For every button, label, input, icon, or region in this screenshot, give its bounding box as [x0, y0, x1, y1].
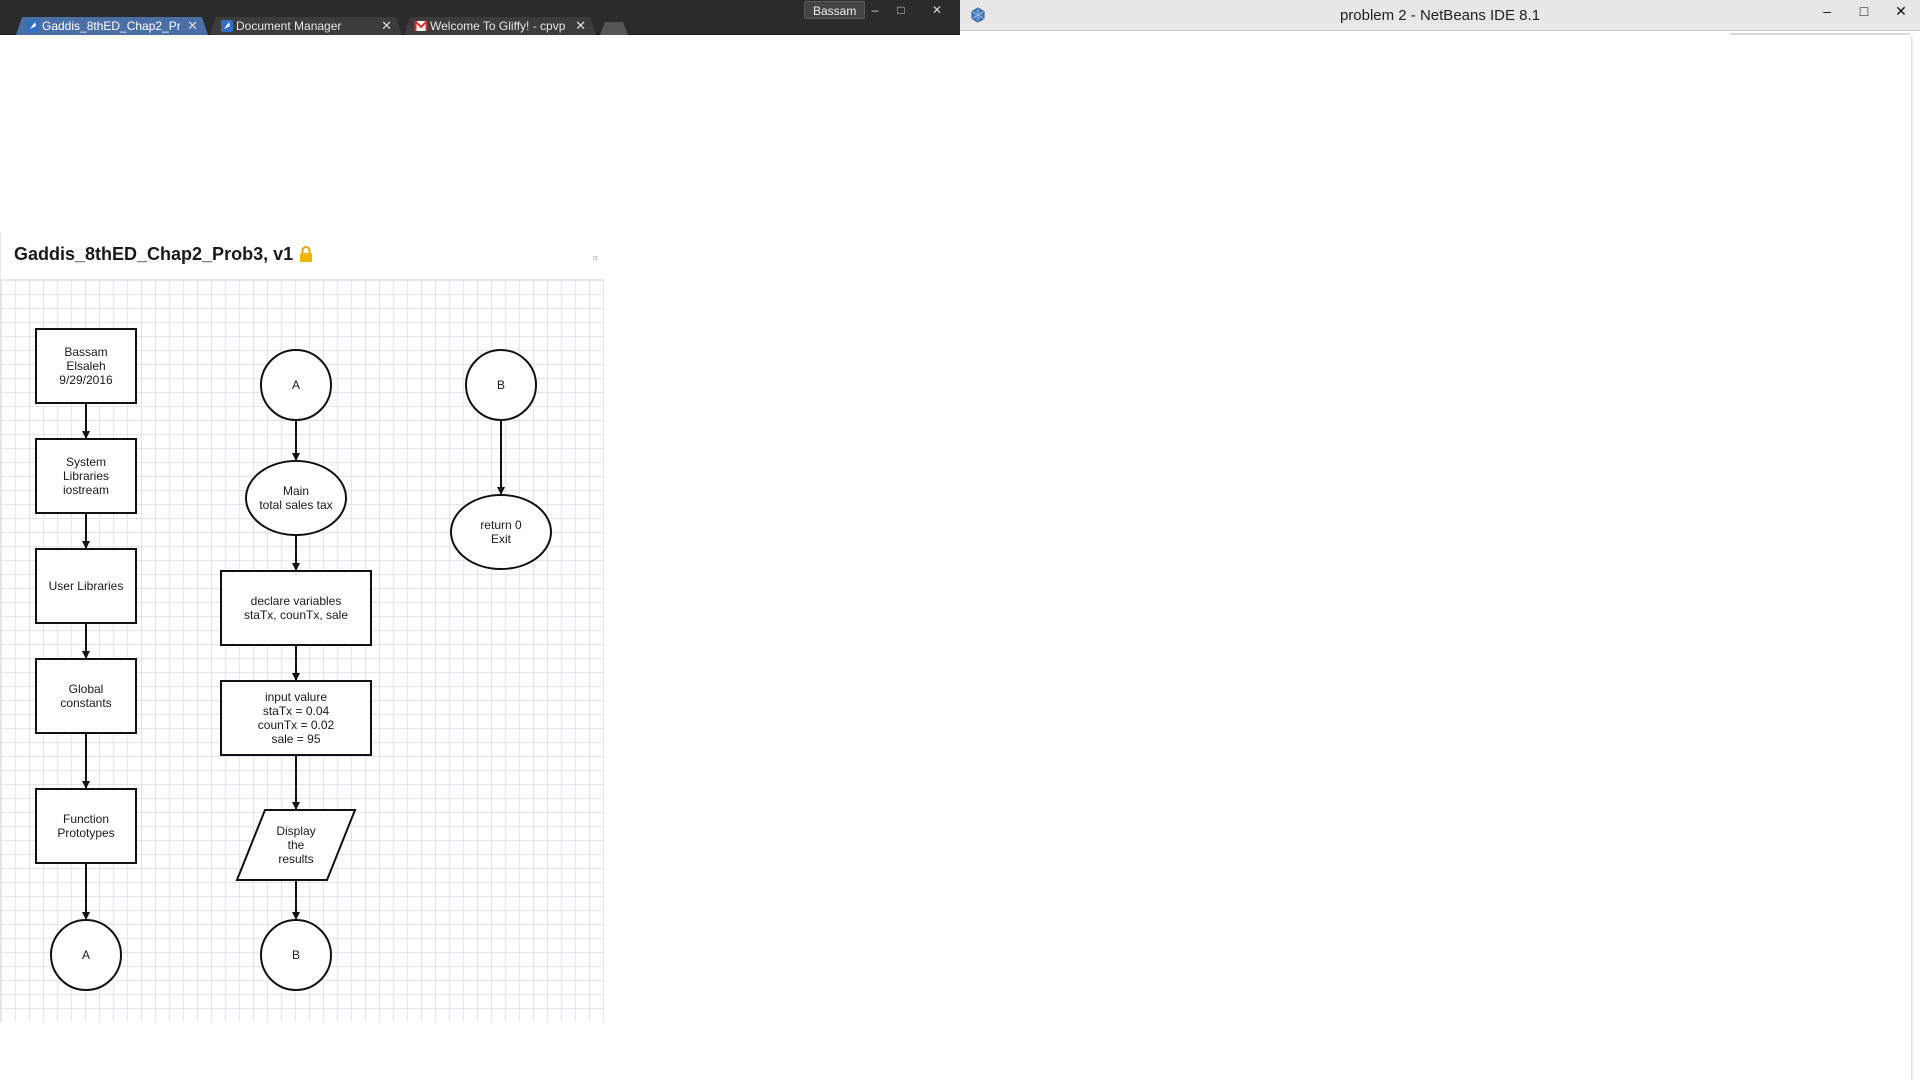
flowchart-node-ellipse[interactable]: return 0Exit [450, 494, 552, 570]
flowchart-node-label: iostream [63, 483, 109, 497]
gliffy-icon [26, 19, 40, 33]
maximize-button[interactable]: □ [888, 1, 914, 19]
flowchart-node-rect[interactable]: FunctionPrototypes [35, 788, 137, 864]
diagram-panel: Gaddis_8thED_Chap2_Prob3, v1 ▫ Bassam Els… [0, 232, 604, 1022]
window-title: problem 2 - NetBeans IDE 8.1 [1339, 7, 1541, 24]
flowchart-node-label: User Libraries [49, 579, 124, 593]
flowchart-node-label: A [292, 378, 300, 392]
expand-icon[interactable]: ▫ [593, 250, 603, 265]
flowchart-node-rect[interactable]: SystemLibrariesiostream [35, 438, 137, 514]
flowchart-node-label: total sales tax [259, 498, 332, 512]
new-tab-button[interactable] [600, 22, 628, 35]
flowchart-node-label: Main [283, 484, 309, 498]
desktop-screen: Gaddis_8thED_Chap2_Prob ✕ Document Manag… [0, 0, 1920, 1080]
netbeans-title-bar: problem 2 - NetBeans IDE 8.1 – □ ✕ [960, 0, 1920, 31]
gmail-icon [414, 19, 428, 33]
flowchart: BassamElsaleh9/29/2016 SystemLibrariesios… [35, 328, 552, 991]
flowchart-node-label: the [288, 838, 305, 852]
flowchart-node-label: B [497, 378, 505, 392]
flowchart-node-parallelogram[interactable]: Displaytheresults [235, 809, 357, 881]
flowchart-node-connector[interactable]: A [50, 919, 122, 991]
flowchart-node-rect[interactable]: BassamElsaleh9/29/2016 [35, 328, 137, 404]
browser-tab-gaddis[interactable]: Gaddis_8thED_Chap2_Prob ✕ [16, 17, 208, 35]
diagram-title: Gaddis_8thED_Chap2_Prob3, v1 [14, 244, 294, 264]
flowchart-node-label: sale = 95 [271, 732, 320, 746]
tab-label: Gaddis_8thED_Chap2_Prob [42, 19, 180, 33]
flowchart-node-rect[interactable]: declare variablesstaTx, counTx, sale [220, 570, 372, 646]
maximize-button[interactable]: □ [1849, 0, 1879, 22]
lock-icon [300, 246, 312, 262]
flowchart-node-rect[interactable]: Globalconstants [35, 658, 137, 734]
browser-tab-document-manager[interactable]: Document Manager ✕ [210, 17, 402, 35]
flowchart-node-label: declare variables [251, 594, 342, 608]
diagram-canvas[interactable]: Bassam Elsaleh 9/29/2016 System Libraries ios… [1, 280, 604, 1022]
flowchart-node-ellipse[interactable]: Maintotal sales tax [245, 460, 347, 536]
flowchart-node-label: staTx, counTx, sale [244, 608, 348, 622]
flowchart-node-label: return 0 [480, 518, 522, 532]
flowchart-node-label: Elsaleh [66, 359, 105, 373]
diagram-header: Gaddis_8thED_Chap2_Prob3, v1 ▫ [1, 232, 604, 280]
close-icon[interactable]: ✕ [381, 17, 392, 35]
tab-label: Welcome To Gliffy! - cpvp [430, 19, 566, 33]
flowchart-node-label: Bassam [64, 345, 107, 359]
flowchart-node-connector[interactable]: B [465, 349, 537, 421]
minimize-button[interactable]: – [862, 1, 888, 19]
netbeans-toolbar-edge [1730, 33, 1910, 35]
flowchart-node-label: constants [60, 696, 111, 710]
profile-button[interactable]: Bassam [804, 1, 866, 19]
flowchart-node-label: Exit [491, 532, 512, 546]
flowchart-node-label: staTx = 0.04 [263, 704, 330, 718]
flowchart-node-label: Display [276, 824, 315, 838]
gliffy-icon [220, 19, 234, 33]
flowchart-node-label: counTx = 0.02 [258, 718, 335, 732]
browser-tab-gmail[interactable]: Welcome To Gliffy! - cpvp ✕ [404, 17, 596, 35]
flowchart-node-connector[interactable]: A [260, 349, 332, 421]
minimize-button[interactable]: – [1812, 0, 1842, 22]
browser-tab-strip: Gaddis_8thED_Chap2_Prob ✕ Document Manag… [0, 0, 960, 35]
flowchart-node-label: B [292, 948, 300, 962]
flowchart-node-label: Function [63, 812, 109, 826]
close-icon[interactable]: ✕ [187, 17, 198, 35]
flowchart-node-rect[interactable]: input valurestaTx = 0.04counTx = 0.02sal… [220, 680, 372, 756]
flowchart-node-label: Prototypes [57, 826, 114, 840]
close-icon[interactable]: ✕ [575, 17, 586, 35]
flowchart-node-label: Libraries [63, 469, 109, 483]
flowchart-node-label: Global [69, 682, 104, 696]
flowchart-node-label: results [278, 852, 313, 866]
flowchart-node-rect[interactable]: User Libraries [35, 548, 137, 624]
flowchart-node-label: 9/29/2016 [59, 373, 113, 387]
close-button[interactable]: ✕ [920, 1, 954, 19]
tab-label: Document Manager [236, 19, 342, 33]
flowchart-node-label: A [82, 948, 90, 962]
flowchart-node-label: input valure [265, 690, 327, 704]
flowchart-node-connector[interactable]: B [260, 919, 332, 991]
netbeans-scrollbar[interactable] [1911, 35, 1913, 1080]
flowchart-node-label: System [66, 455, 106, 469]
close-button[interactable]: ✕ [1886, 0, 1916, 22]
